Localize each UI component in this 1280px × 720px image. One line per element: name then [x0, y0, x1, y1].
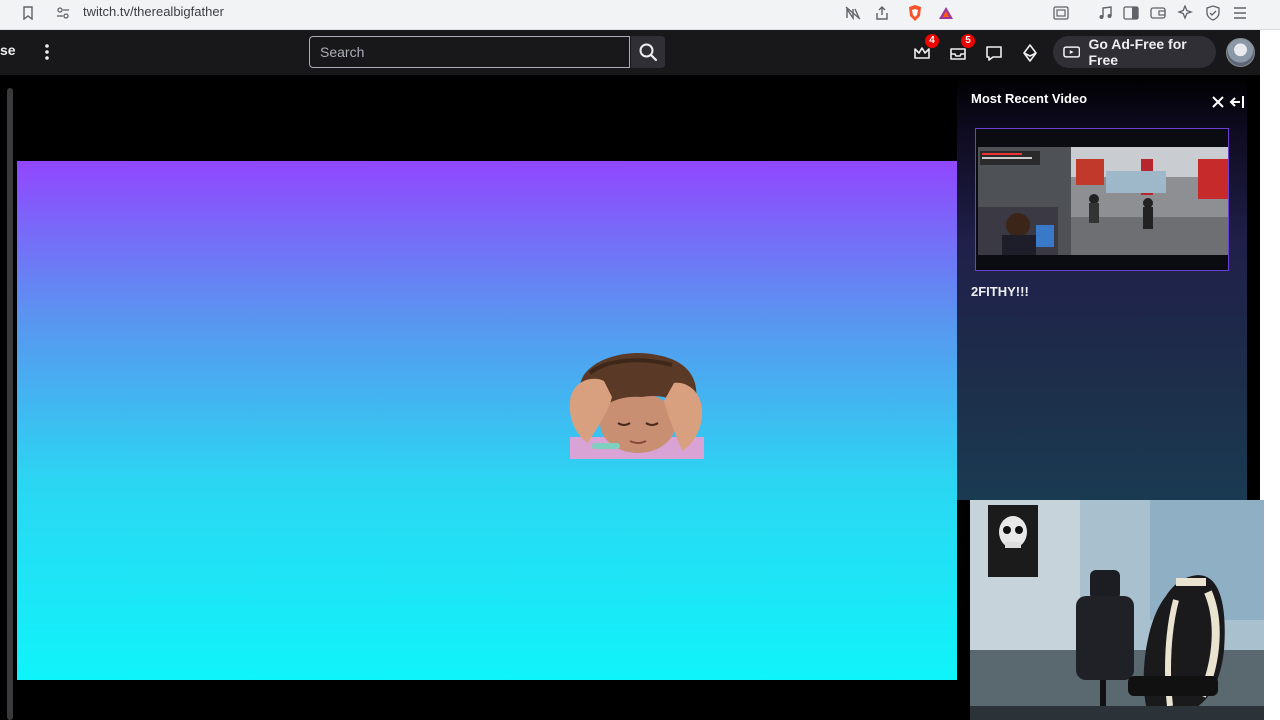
whispers-button[interactable]	[983, 42, 1005, 64]
vpn-shield-icon[interactable]	[1203, 3, 1223, 23]
reader-off-icon[interactable]	[843, 3, 863, 23]
address-bar-url[interactable]: twitch.tv/therealbigfather	[83, 4, 224, 20]
bookmark-icon[interactable]	[18, 3, 38, 23]
ad-free-icon	[1063, 46, 1081, 58]
user-avatar[interactable]	[1226, 38, 1255, 67]
bits-button[interactable]	[1019, 42, 1041, 64]
search-icon	[639, 43, 658, 62]
panel-title: Most Recent Video	[971, 91, 1088, 106]
facepalm-emote-image	[569, 352, 704, 459]
sidebar-icon[interactable]	[1051, 3, 1071, 23]
search-input[interactable]	[309, 36, 630, 68]
whispers-icon	[986, 46, 1002, 61]
share-icon[interactable]	[872, 3, 892, 23]
webcam-overlay	[970, 500, 1264, 720]
left-scrollbar[interactable]	[7, 88, 13, 720]
wallet-icon[interactable]	[1148, 3, 1168, 23]
reading-list-icon[interactable]	[1121, 3, 1141, 23]
ad-free-label: Go Ad-Free for Free	[1088, 36, 1187, 68]
browser-menu-icon[interactable]	[1230, 3, 1250, 23]
stream-player[interactable]	[17, 161, 957, 680]
recent-video-title[interactable]: 2FITHY!!!	[971, 284, 1029, 299]
browser-toolbar: twitch.tv/therealbigfather	[0, 0, 1280, 30]
more-options-icon[interactable]	[38, 42, 56, 62]
brave-rewards-icon[interactable]	[936, 3, 956, 23]
top-navigation: se 4 5 Go Ad-Free for Free	[0, 30, 1260, 75]
search-button[interactable]	[631, 36, 665, 68]
prime-notification-badge: 4	[925, 34, 939, 48]
collapse-arrow-icon[interactable]	[1229, 95, 1245, 109]
leo-ai-icon[interactable]	[1175, 3, 1195, 23]
brave-shields-icon[interactable]	[905, 3, 925, 23]
recent-video-thumbnail[interactable]	[975, 128, 1229, 271]
inbox-notification-badge: 5	[961, 34, 975, 48]
site-settings-icon[interactable]	[53, 3, 73, 23]
nav-browse-link-fragment[interactable]: se	[0, 42, 16, 58]
most-recent-video-panel: Most Recent Video 2FITHY!!!	[957, 75, 1247, 500]
music-icon[interactable]	[1095, 3, 1115, 23]
webcam-feed-image	[970, 500, 1264, 720]
thumbnail-image	[976, 129, 1228, 270]
close-icon[interactable]	[1211, 95, 1225, 109]
go-ad-free-button[interactable]: Go Ad-Free for Free	[1053, 36, 1216, 68]
bits-icon	[1023, 44, 1037, 62]
